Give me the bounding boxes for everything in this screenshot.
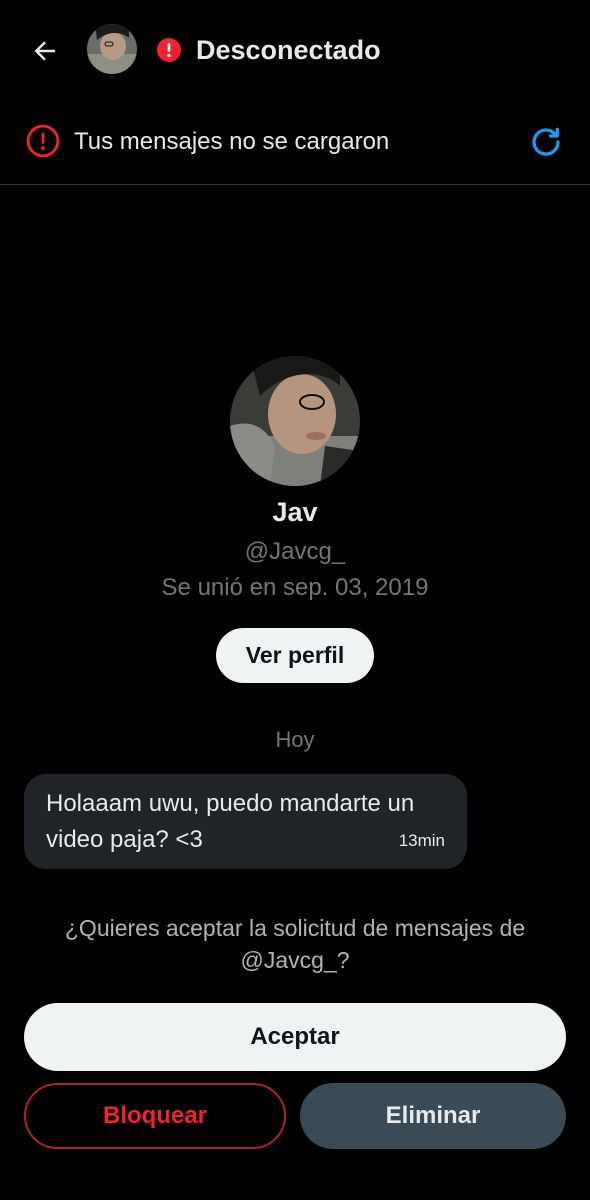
profile-name: Jav xyxy=(272,497,318,527)
error-message: Tus mensajes no se cargaron xyxy=(74,128,390,155)
message-text: Holaaam uwu, puedo mandarte un video paj… xyxy=(46,790,415,853)
block-button[interactable]: Bloquear xyxy=(24,1083,286,1149)
back-button[interactable] xyxy=(26,32,64,70)
header-avatar[interactable] xyxy=(87,24,137,74)
delete-button[interactable]: Eliminar xyxy=(300,1083,566,1149)
accept-button[interactable]: Aceptar xyxy=(24,1003,566,1071)
top-bar: Desconectado xyxy=(0,0,590,100)
refresh-icon xyxy=(532,127,560,156)
error-banner: Tus mensajes no se cargaron xyxy=(0,100,590,185)
alert-circle-icon xyxy=(26,124,60,158)
arrow-left-icon xyxy=(34,41,55,61)
message-timestamp: 13min xyxy=(398,831,445,850)
alert-circle-icon xyxy=(157,38,181,62)
refresh-button[interactable] xyxy=(528,124,564,160)
message-bubble[interactable]: Holaaam uwu, puedo mandarte un video paj… xyxy=(24,774,467,869)
profile-joined-date: Se unió en sep. 03, 2019 xyxy=(161,574,429,601)
day-separator: Hoy xyxy=(275,727,315,752)
view-profile-button[interactable]: Ver perfil xyxy=(216,628,374,683)
profile-avatar[interactable] xyxy=(230,356,360,486)
profile-handle: @Javcg_ xyxy=(244,538,346,565)
message-request-question: ¿Quieres aceptar la solicitud de mensaje… xyxy=(64,915,526,973)
dm-conversation-screen: Desconectado Tus mensajes no se cargaron xyxy=(0,0,590,1200)
connection-status-title: Desconectado xyxy=(196,35,381,65)
avatar-photo xyxy=(87,24,137,74)
avatar-photo xyxy=(230,356,360,486)
